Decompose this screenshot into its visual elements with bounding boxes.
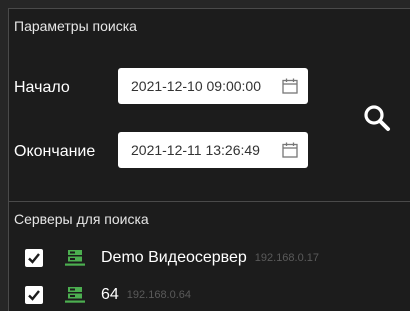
end-label: Окончание bbox=[14, 143, 96, 160]
server-icon bbox=[65, 250, 85, 266]
server-name: 64 bbox=[101, 286, 119, 303]
start-date-value: 2021-12-10 09:00:00 bbox=[131, 78, 261, 94]
server-row[interactable]: Demo Видеосервер 192.168.0.17 bbox=[25, 245, 319, 271]
search-icon bbox=[364, 105, 390, 131]
end-date-value: 2021-12-11 13:26:49 bbox=[131, 142, 260, 158]
server-checkbox[interactable] bbox=[25, 286, 43, 304]
search-params-panel: Параметры поиска Начало 2021-12-10 09:00… bbox=[8, 8, 410, 311]
checkmark-icon bbox=[28, 290, 40, 301]
server-name: Demo Видеосервер bbox=[101, 249, 247, 266]
server-row[interactable]: 64 192.168.0.64 bbox=[25, 282, 191, 308]
section-divider bbox=[9, 201, 410, 202]
calendar-icon[interactable] bbox=[281, 141, 299, 159]
server-icon bbox=[65, 287, 85, 303]
checkmark-icon bbox=[28, 253, 40, 264]
server-checkbox[interactable] bbox=[25, 249, 43, 267]
search-params-title: Параметры поиска bbox=[14, 18, 137, 34]
start-label: Начало bbox=[14, 79, 70, 96]
start-date-field[interactable]: 2021-12-10 09:00:00 bbox=[118, 68, 308, 104]
server-ip: 192.168.0.17 bbox=[254, 252, 320, 264]
calendar-icon[interactable] bbox=[281, 77, 299, 95]
search-button[interactable] bbox=[359, 100, 395, 136]
end-date-field[interactable]: 2021-12-11 13:26:49 bbox=[118, 132, 308, 168]
server-ip: 192.168.0.64 bbox=[126, 289, 192, 301]
servers-title: Серверы для поиска bbox=[14, 211, 149, 227]
